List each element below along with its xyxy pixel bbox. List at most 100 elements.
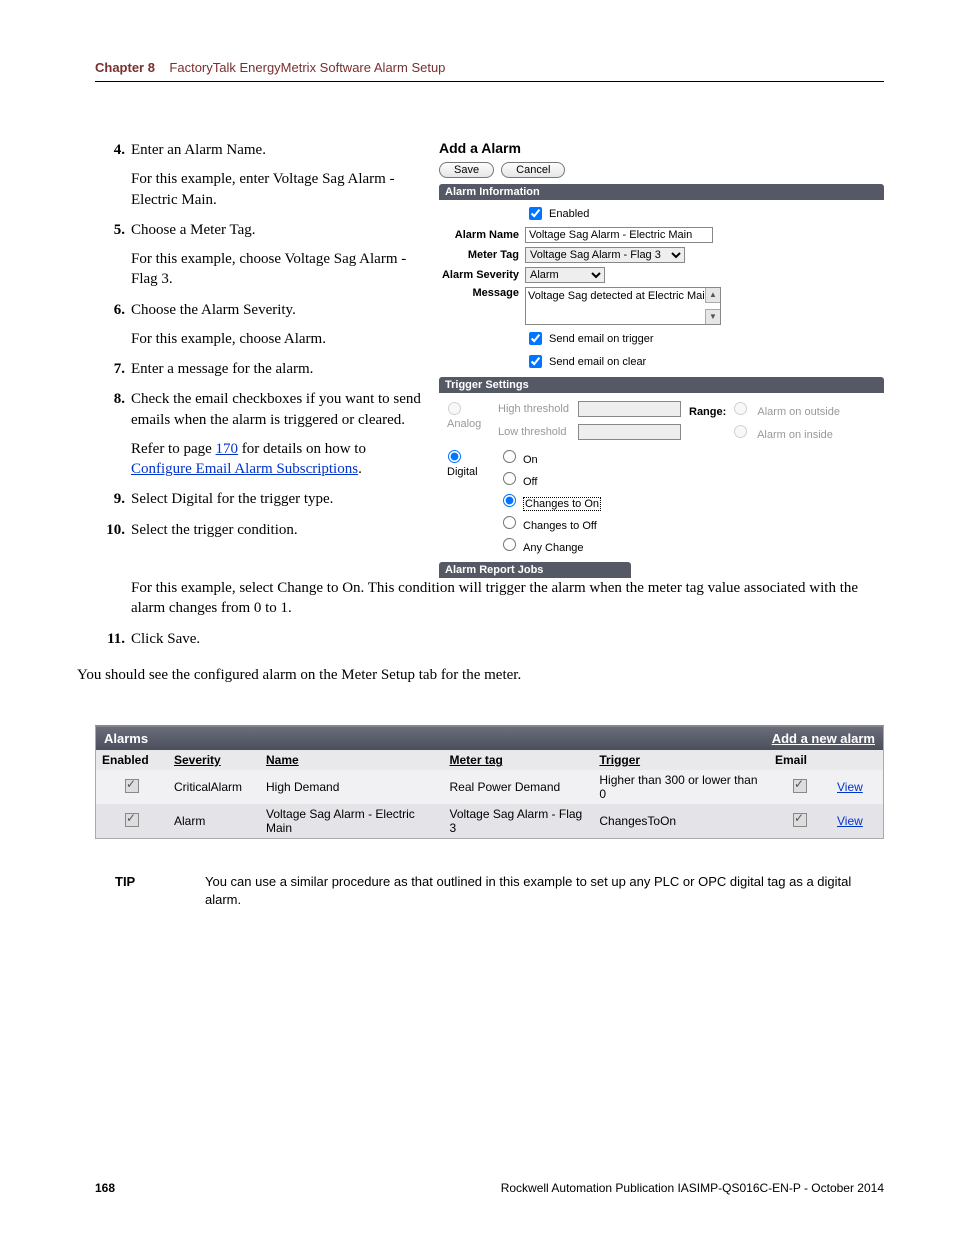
- cell-tag: Voltage Sag Alarm - Flag 3: [443, 804, 593, 838]
- cell-severity: CriticalAlarm: [168, 770, 260, 804]
- step10-sub: For this example, select Change to On. T…: [131, 580, 858, 616]
- view-link[interactable]: View: [837, 814, 863, 828]
- low-threshold-input: [578, 424, 681, 440]
- step-sub-pre: Refer to page: [131, 441, 216, 457]
- step-sub: For this example, enter Voltage Sag Alar…: [131, 169, 421, 210]
- enabled-checkbox[interactable]: [529, 207, 542, 220]
- high-threshold-label: High threshold: [498, 403, 578, 415]
- step-main: Check the email checkboxes if you want t…: [131, 391, 421, 427]
- tip-label: TIP: [95, 873, 205, 908]
- email-trigger-checkbox[interactable]: [529, 332, 542, 345]
- email-checkbox-icon: [793, 779, 807, 793]
- header-rule: [95, 81, 884, 82]
- step-sub: Refer to page 170 for details on how to …: [131, 439, 421, 480]
- enabled-checkbox-icon: [125, 813, 139, 827]
- step-number: 9.: [95, 489, 131, 509]
- alarm-name-input[interactable]: [525, 227, 713, 243]
- alarm-severity-select[interactable]: Alarm: [525, 267, 605, 283]
- alarm-outside-label: Alarm on outside: [757, 406, 840, 418]
- step-text: Enter a message for the alarm.: [131, 359, 421, 379]
- message-label: Message: [439, 287, 525, 299]
- step-text: Select Digital for the trigger type.: [131, 489, 421, 509]
- save-button[interactable]: Save: [439, 162, 494, 178]
- publication-info: Rockwell Automation Publication IASIMP-Q…: [501, 1181, 884, 1195]
- step-text: Choose the Alarm Severity. For this exam…: [131, 300, 421, 350]
- alarms-table-wrap: Alarms Add a new alarm Enabled Severity …: [95, 725, 884, 839]
- page-link[interactable]: 170: [216, 441, 239, 457]
- step-main: Select the trigger condition.: [131, 522, 298, 538]
- email-clear-checkbox[interactable]: [529, 355, 542, 368]
- off-radio[interactable]: [503, 472, 516, 485]
- post-steps-text: You should see the configured alarm on t…: [77, 667, 521, 683]
- high-threshold-input: [578, 401, 681, 417]
- on-label: On: [523, 454, 538, 466]
- step-sub-mid: for details on how to: [238, 441, 366, 457]
- chapter-number: Chapter 8: [95, 60, 155, 75]
- changes-to-on-label: Changes to On: [523, 497, 601, 511]
- cell-trigger: Higher than 300 or lower than 0: [593, 770, 769, 804]
- cell-trigger: ChangesToOn: [593, 804, 769, 838]
- step-number: 7.: [95, 359, 131, 379]
- alarm-severity-label: Alarm Severity: [439, 269, 525, 281]
- step-sub: For this example, choose Voltage Sag Ala…: [131, 249, 421, 290]
- any-change-label: Any Change: [523, 542, 584, 554]
- step-number: 10.: [95, 520, 131, 540]
- step-main: Choose the Alarm Severity.: [131, 302, 296, 318]
- any-change-radio[interactable]: [503, 538, 516, 551]
- changes-to-off-label: Changes to Off: [523, 520, 597, 532]
- scroll-up-icon[interactable]: ▲: [705, 288, 720, 303]
- step-text: Choose a Meter Tag. For this example, ch…: [131, 220, 421, 290]
- step-sub-post: .: [358, 461, 362, 477]
- email-checkbox-icon: [793, 813, 807, 827]
- step-text: Check the email checkboxes if you want t…: [131, 389, 421, 479]
- step-sub: For this example, choose Alarm.: [131, 329, 421, 349]
- chapter-header: Chapter 8 FactoryTalk EnergyMetrix Softw…: [95, 60, 884, 75]
- col-email[interactable]: Email: [769, 750, 831, 770]
- alarms-title: Alarms: [104, 731, 148, 746]
- col-severity[interactable]: Severity: [168, 750, 260, 770]
- alarm-inside-label: Alarm on inside: [757, 429, 833, 441]
- on-radio[interactable]: [503, 450, 516, 463]
- step-number: 8.: [95, 389, 131, 479]
- changes-to-off-radio[interactable]: [503, 516, 516, 529]
- step-number: 5.: [95, 220, 131, 290]
- scroll-down-icon[interactable]: ▼: [705, 309, 720, 324]
- range-label: Range:: [689, 406, 726, 418]
- analog-radio[interactable]: [448, 402, 461, 415]
- alarm-info-section: Alarm Information: [439, 184, 884, 200]
- col-trigger[interactable]: Trigger: [593, 750, 769, 770]
- message-value: Voltage Sag detected at Electric Main.: [528, 290, 714, 302]
- digital-radio[interactable]: [448, 450, 461, 463]
- tip-block: TIP You can use a similar procedure as t…: [95, 873, 884, 908]
- cell-tag: Real Power Demand: [443, 770, 593, 804]
- cell-severity: Alarm: [168, 804, 260, 838]
- alarm-outside-radio: [734, 402, 747, 415]
- step-text: Enter an Alarm Name. For this example, e…: [131, 140, 421, 210]
- chapter-title: FactoryTalk EnergyMetrix Software Alarm …: [169, 60, 445, 75]
- step-main: Enter a message for the alarm.: [131, 361, 313, 377]
- step-number: 6.: [95, 300, 131, 350]
- message-textarea[interactable]: Voltage Sag detected at Electric Main. ▲…: [525, 287, 721, 325]
- add-new-alarm-link[interactable]: Add a new alarm: [772, 731, 875, 746]
- col-meter-tag[interactable]: Meter tag: [443, 750, 593, 770]
- step-main: Select Digital for the trigger type.: [131, 491, 333, 507]
- config-email-link[interactable]: Configure Email Alarm Subscriptions: [131, 461, 358, 477]
- digital-label: Digital: [447, 466, 478, 478]
- cancel-button[interactable]: Cancel: [501, 162, 565, 178]
- view-link[interactable]: View: [837, 780, 863, 794]
- enabled-checkbox-icon: [125, 779, 139, 793]
- col-name[interactable]: Name: [260, 750, 443, 770]
- add-alarm-panel: Add a Alarm Save Cancel Alarm Informatio…: [439, 140, 884, 578]
- alarm-name-label: Alarm Name: [439, 229, 525, 241]
- trigger-settings-section: Trigger Settings: [439, 377, 884, 393]
- off-label: Off: [523, 476, 537, 488]
- panel-title: Add a Alarm: [439, 140, 884, 156]
- meter-tag-label: Meter Tag: [439, 249, 525, 261]
- changes-to-on-radio[interactable]: [503, 494, 516, 507]
- email-clear-label: Send email on clear: [549, 356, 646, 368]
- step-main: Click Save.: [131, 631, 200, 647]
- col-enabled[interactable]: Enabled: [96, 750, 168, 770]
- meter-tag-select[interactable]: Voltage Sag Alarm - Flag 3: [525, 247, 685, 263]
- step-text: Select the trigger condition.: [131, 520, 421, 540]
- step-number: 11.: [95, 629, 131, 649]
